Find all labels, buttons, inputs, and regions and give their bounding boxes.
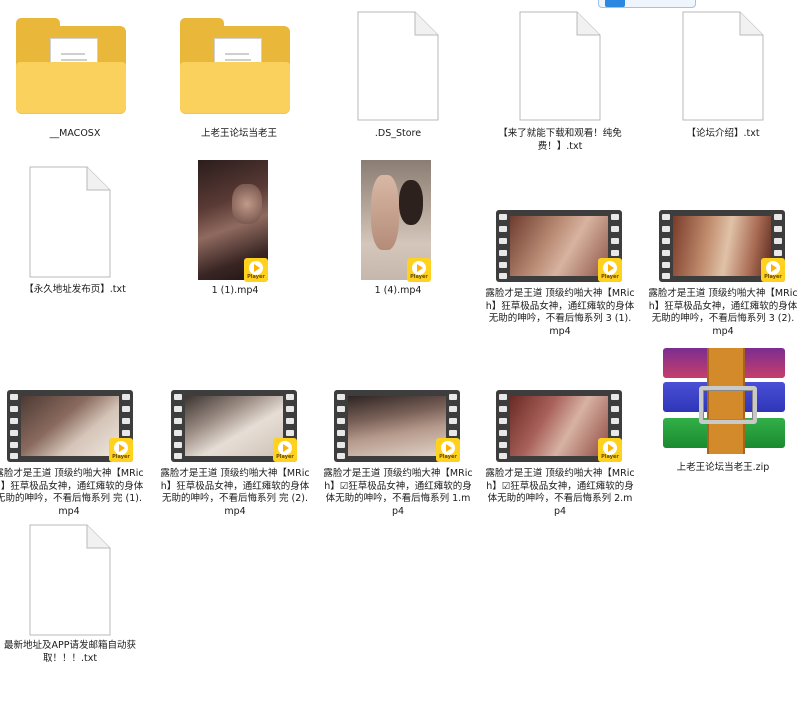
video-thumbnail: Player [7,390,133,462]
file-item-video[interactable]: Player 露脸才是王道 顶级约啪大神【MRich】☑狂草极品女神，通红瘫软的… [485,348,635,518]
file-item-video[interactable]: Player 露脸才是王道 顶级约啪大神【MRich】狂草极品女神，通红瘫软的身… [485,168,635,338]
file-name: 最新地址及APP请发邮箱自动获取！！！.txt [4,640,136,664]
file-name: 上老王论坛当老王 [200,128,277,139]
file-name: __MACOSX [49,128,101,139]
file-name: 露脸才是王道 顶级约啪大神【MRich】狂草极品女神，通红瘫软的身体无助的呻吟，… [160,468,310,517]
file-item-video[interactable]: Player 1 (4).mp4 [323,160,473,330]
file-item-document[interactable]: 【论坛介绍】.txt [648,8,798,178]
winrar-archive-icon [663,348,785,454]
document-icon [29,166,111,278]
document-icon [357,11,439,121]
file-name: 露脸才是王道 顶级约啪大神【MRich】☑狂草极品女神，通红瘫软的身体无助的呻吟… [485,468,635,517]
file-name: 1 (4).mp4 [374,285,422,296]
file-item-video[interactable]: Player 露脸才是王道 顶级约啪大神【MRich】狂草极品女神，通红瘫软的身… [160,348,310,518]
document-icon [682,11,764,121]
document-icon [519,11,601,121]
file-name: 上老王论坛当老王.zip [676,462,770,473]
file-name: 露脸才是王道 顶级约啪大神【MRich】狂草极品女神，通红瘫软的身体无助的呻吟，… [485,288,635,337]
file-name: .DS_Store [374,128,422,139]
player-badge-icon: Player [407,258,431,282]
file-name: 【永久地址发布页】.txt [24,284,126,295]
file-item-video[interactable]: Player 露脸才是王道 顶级约啪大神【MRich】☑狂草极品女神，通红瘫软的… [323,348,473,518]
player-badge-icon: Player [436,438,460,462]
file-name: 【来了就能下载和观看！纯免费！】.txt [498,128,622,152]
player-badge-icon: Player [598,438,622,462]
video-thumbnail: Player [659,210,785,282]
video-thumbnail: Player [198,160,268,282]
file-item-document[interactable]: .DS_Store [323,8,473,178]
file-name: 【论坛介绍】.txt [686,128,760,139]
player-badge-icon: Player [598,258,622,282]
player-badge-icon: Player [244,258,268,282]
file-item-document[interactable]: 【永久地址发布页】.txt [0,164,150,334]
video-thumbnail: Player [171,390,297,462]
file-name: 露脸才是王道 顶级约啪大神【MRich】狂草极品女神，通红瘫软的身体无助的呻吟，… [648,288,798,337]
file-item-document[interactable]: 最新地址及APP请发邮箱自动获取！！！.txt [0,520,150,690]
file-item-document[interactable]: 【来了就能下载和观看！纯免费！】.txt [485,8,635,178]
file-name: 露脸才是王道 顶级约啪大神【MRich】☑狂草极品女神，通红瘫软的身体无助的呻吟… [323,468,473,517]
file-item-video[interactable]: Player 1 (1).mp4 [160,160,310,330]
video-thumbnail: Player [334,390,460,462]
file-item-folder[interactable]: __MACOSX [0,8,150,178]
document-icon [29,524,111,636]
file-item-video[interactable]: Player 露脸才是王道 顶级约啪大神【MRich】狂草极品女神，通红瘫软的身… [0,348,150,518]
video-thumbnail: Player [496,390,622,462]
top-scroll-indicator [598,0,696,8]
file-item-video[interactable]: Player 露脸才是王道 顶级约啪大神【MRich】狂草极品女神，通红瘫软的身… [648,168,798,338]
file-name: 露脸才是王道 顶级约啪大神【MRich】狂草极品女神，通红瘫软的身体无助的呻吟，… [0,468,144,517]
player-badge-icon: Player [273,438,297,462]
player-badge-icon: Player [109,438,133,462]
file-item-folder[interactable]: 上老王论坛当老王 [164,8,314,178]
player-badge-icon: Player [761,258,785,282]
file-name: 1 (1).mp4 [211,285,259,296]
video-thumbnail: Player [496,210,622,282]
video-thumbnail: Player [361,160,431,282]
